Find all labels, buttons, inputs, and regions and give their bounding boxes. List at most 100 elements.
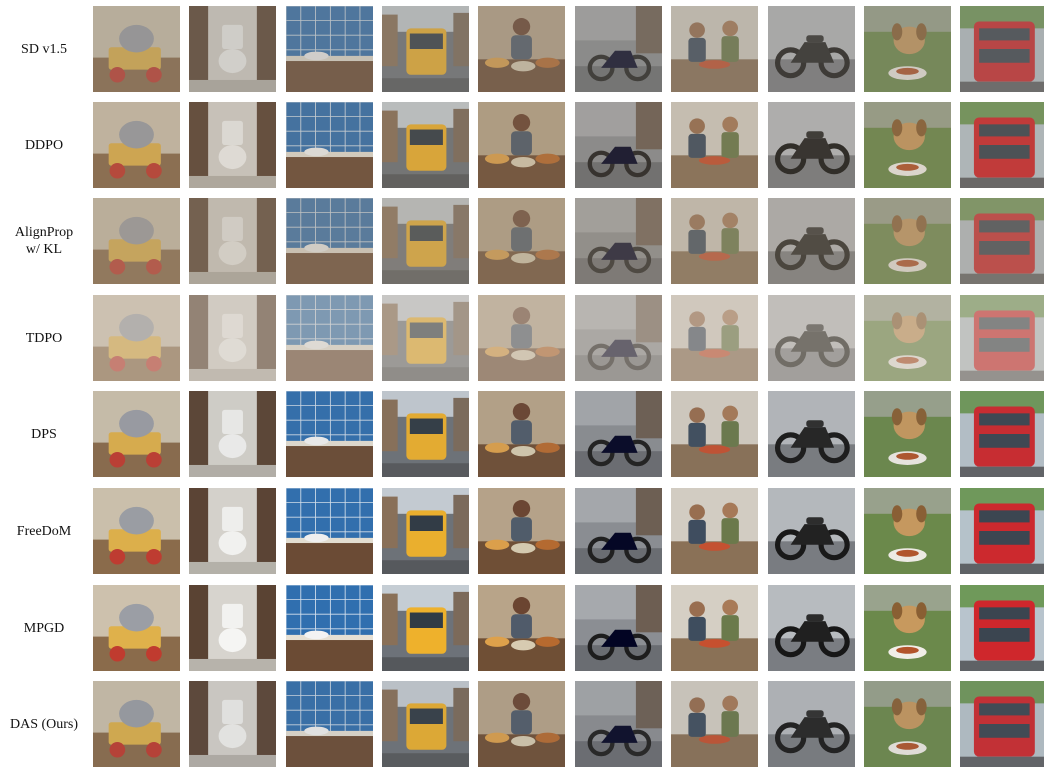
motorcycle-image	[768, 488, 855, 574]
blue-tile-kitchen-image	[286, 391, 373, 477]
sample-image-cell	[671, 6, 758, 92]
motorcycle-street-image	[575, 6, 662, 92]
toy-elephant-cart-image	[93, 295, 180, 381]
sample-image-cell	[286, 102, 373, 188]
sample-image-cell	[575, 295, 662, 381]
toy-elephant-cart-image	[93, 488, 180, 574]
sample-image-cell	[960, 391, 1044, 477]
toilet-image	[189, 391, 276, 477]
market-vendor-image	[478, 6, 565, 92]
sample-image-cell	[960, 681, 1044, 767]
sample-image-cell	[768, 391, 855, 477]
people-cooking-image	[671, 102, 758, 188]
dog-with-food-image	[864, 102, 951, 188]
sample-image-cell	[93, 6, 180, 92]
motorcycle-street-image	[575, 488, 662, 574]
sample-image-cell	[575, 585, 662, 671]
people-cooking-image	[671, 198, 758, 284]
motorcycle-image	[768, 391, 855, 477]
city-bus-street-image	[382, 585, 469, 671]
sample-image-cell	[93, 585, 180, 671]
sample-image-cell	[382, 391, 469, 477]
red-double-decker-bus-image	[960, 488, 1044, 574]
motorcycle-street-image	[575, 295, 662, 381]
dog-with-food-image	[864, 391, 951, 477]
people-cooking-image	[671, 488, 758, 574]
toilet-image	[189, 488, 276, 574]
people-cooking-image	[671, 6, 758, 92]
sample-image-cell	[93, 488, 180, 574]
toilet-image	[189, 585, 276, 671]
dog-with-food-image	[864, 488, 951, 574]
sample-image-cell	[478, 488, 565, 574]
motorcycle-image	[768, 585, 855, 671]
market-vendor-image	[478, 585, 565, 671]
sample-image-cell	[768, 488, 855, 574]
sample-image-cell	[671, 585, 758, 671]
toilet-image	[189, 102, 276, 188]
blue-tile-kitchen-image	[286, 198, 373, 284]
sample-image-cell	[768, 585, 855, 671]
sample-image-cell	[575, 198, 662, 284]
sample-image-cell	[286, 295, 373, 381]
motorcycle-image	[768, 198, 855, 284]
sample-image-cell	[478, 6, 565, 92]
blue-tile-kitchen-image	[286, 102, 373, 188]
figure-row: DDPO	[0, 102, 1044, 188]
sample-image-cell	[960, 6, 1044, 92]
red-double-decker-bus-image	[960, 295, 1044, 381]
figure-row: TDPO	[0, 295, 1044, 381]
sample-image-cell	[768, 681, 855, 767]
sample-image-cell	[671, 198, 758, 284]
sample-image-cell	[478, 198, 565, 284]
figure-row: DAS (Ours)	[0, 681, 1044, 767]
sample-image-cell	[93, 391, 180, 477]
sample-image-cell	[189, 6, 276, 92]
dog-with-food-image	[864, 295, 951, 381]
city-bus-street-image	[382, 488, 469, 574]
sample-image-cell	[864, 198, 951, 284]
row-label: AlignProp w/ KL	[14, 225, 74, 257]
sample-image-cell	[93, 295, 180, 381]
market-vendor-image	[478, 102, 565, 188]
sample-image-cell	[478, 585, 565, 671]
motorcycle-image	[768, 295, 855, 381]
sample-image-cell	[382, 6, 469, 92]
motorcycle-street-image	[575, 198, 662, 284]
motorcycle-image	[768, 102, 855, 188]
red-double-decker-bus-image	[960, 585, 1044, 671]
toy-elephant-cart-image	[93, 681, 180, 767]
sample-image-cell	[478, 391, 565, 477]
figure: SD v1.5 DDPO AlignProp w/ KL TDPO DPS Fr…	[0, 0, 1044, 767]
red-double-decker-bus-image	[960, 681, 1044, 767]
sample-image-cell	[671, 391, 758, 477]
sample-image-cell	[382, 488, 469, 574]
sample-image-cell	[864, 681, 951, 767]
sample-image-cell	[864, 488, 951, 574]
people-cooking-image	[671, 681, 758, 767]
red-double-decker-bus-image	[960, 6, 1044, 92]
sample-image-cell	[478, 681, 565, 767]
toy-elephant-cart-image	[93, 198, 180, 284]
motorcycle-image	[768, 6, 855, 92]
sample-image-cell	[671, 102, 758, 188]
toilet-image	[189, 295, 276, 381]
sample-image-cell	[286, 681, 373, 767]
sample-image-cell	[864, 6, 951, 92]
sample-image-cell	[960, 585, 1044, 671]
figure-row: SD v1.5	[0, 6, 1044, 92]
sample-image-cell	[286, 488, 373, 574]
row-label: DAS (Ours)	[9, 716, 79, 732]
row-label: DDPO	[24, 137, 64, 153]
market-vendor-image	[478, 198, 565, 284]
toilet-image	[189, 6, 276, 92]
blue-tile-kitchen-image	[286, 6, 373, 92]
sample-image-cell	[286, 585, 373, 671]
market-vendor-image	[478, 681, 565, 767]
red-double-decker-bus-image	[960, 198, 1044, 284]
toilet-image	[189, 198, 276, 284]
sample-image-cell	[189, 488, 276, 574]
sample-image-cell	[189, 391, 276, 477]
row-label: TDPO	[25, 330, 63, 346]
sample-image-cell	[286, 6, 373, 92]
